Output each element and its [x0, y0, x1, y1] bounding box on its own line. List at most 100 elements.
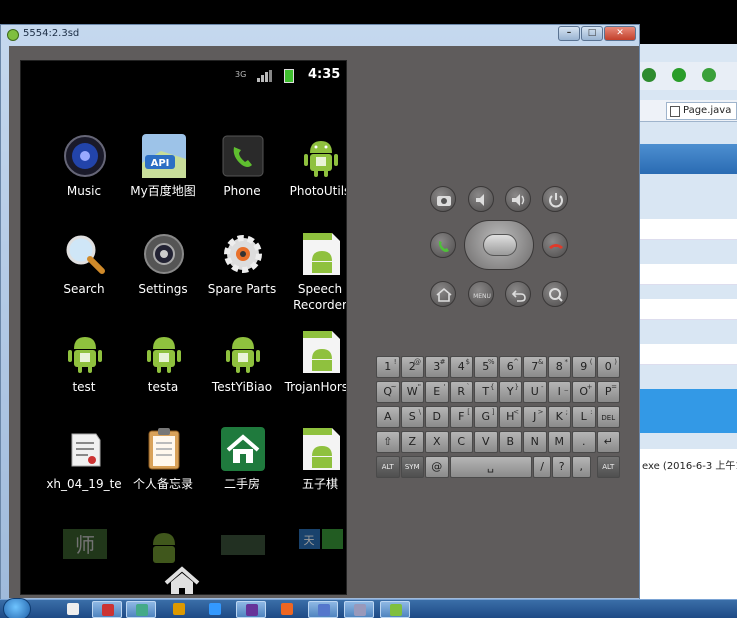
external-tools-icon[interactable] — [702, 68, 716, 82]
app-trojanhorse[interactable]: TrojanHorse — [280, 329, 346, 419]
key[interactable]: 7 & — [523, 356, 547, 378]
maximize-button[interactable]: □ — [581, 26, 603, 41]
volume-up-button[interactable] — [505, 186, 531, 212]
run-icon[interactable] — [672, 68, 686, 82]
key[interactable]: 8 * — [547, 356, 571, 378]
key-space[interactable]: ␣ — [449, 456, 532, 478]
taskbar-item[interactable] — [236, 601, 266, 618]
app-testa[interactable]: testa — [123, 329, 203, 419]
key[interactable]: 3 # — [425, 356, 449, 378]
app-baidu-map[interactable]: API My百度地图 — [123, 133, 203, 223]
search-key-button[interactable] — [542, 281, 568, 307]
taskbar-item[interactable] — [200, 601, 230, 618]
key-at[interactable]: @ — [425, 456, 449, 478]
key[interactable]: J > — [523, 406, 547, 428]
camera-button[interactable] — [430, 186, 456, 212]
device-screen[interactable]: 3G 4:35 Music API My百度地图 Phone PhotoUtil… — [20, 60, 347, 595]
taskbar-item[interactable] — [344, 601, 374, 618]
key[interactable]: D — [425, 406, 449, 428]
key[interactable]: O + — [572, 381, 596, 403]
app-spare-parts[interactable]: Spare Parts — [202, 231, 282, 321]
call-button[interactable] — [430, 232, 456, 258]
minimize-button[interactable]: – — [558, 26, 580, 41]
key[interactable]: 4 $ — [449, 356, 473, 378]
key[interactable]: E ' — [425, 381, 449, 403]
key-alt-right[interactable]: ALT — [596, 456, 620, 478]
key[interactable]: G] — [474, 406, 498, 428]
window-titlebar[interactable]: 5554:2.3sd – □ ✕ — [1, 25, 639, 45]
key[interactable]: I _ — [547, 381, 571, 403]
key[interactable]: 6 ^ — [498, 356, 522, 378]
key[interactable]: L: — [572, 406, 596, 428]
app-memo[interactable]: 个人备忘录 — [123, 426, 203, 516]
app-second-hand-house[interactable]: 二手房 — [202, 426, 282, 516]
app-photoutils[interactable]: PhotoUtils — [280, 133, 346, 223]
start-button[interactable] — [3, 598, 31, 618]
taskbar-item[interactable] — [58, 601, 88, 618]
dpad-center[interactable] — [483, 234, 517, 256]
key[interactable]: ⇧ — [376, 431, 400, 453]
key[interactable]: N — [523, 431, 547, 453]
volume-down-button[interactable] — [468, 186, 494, 212]
taskbar-item[interactable] — [164, 601, 194, 618]
key[interactable]: T{ — [474, 381, 498, 403]
key[interactable]: P = — [596, 381, 620, 403]
app-xh-04-19[interactable]: xh_04_19_te — [44, 426, 124, 516]
key[interactable]: DEL — [596, 406, 620, 428]
ide-selected-row[interactable] — [640, 389, 737, 433]
key[interactable]: . — [572, 431, 596, 453]
power-button[interactable] — [542, 186, 568, 212]
debug-icon[interactable] — [642, 68, 656, 82]
key[interactable]: A — [376, 406, 400, 428]
key[interactable]: X — [425, 431, 449, 453]
key[interactable]: 0) — [596, 356, 620, 378]
key[interactable]: R ` — [449, 381, 473, 403]
key[interactable]: 1! — [376, 356, 400, 378]
app-test[interactable]: test — [44, 329, 124, 419]
key-slash[interactable]: / — [532, 456, 552, 478]
taskbar-item[interactable] — [92, 601, 122, 618]
app-search[interactable]: Search — [44, 231, 124, 321]
key[interactable]: V — [474, 431, 498, 453]
taskbar-item-emulator[interactable] — [380, 601, 410, 618]
close-button[interactable]: ✕ — [604, 26, 636, 41]
taskbar-item[interactable] — [308, 601, 338, 618]
key[interactable]: Q ~ — [376, 381, 400, 403]
menu-button[interactable]: MENU — [468, 281, 494, 307]
app-phone[interactable]: Phone — [202, 133, 282, 223]
key-alt-left[interactable]: ALT — [376, 456, 400, 478]
key[interactable]: W " — [400, 381, 424, 403]
app-speech-recorder[interactable]: Speech Recorder — [280, 231, 346, 321]
tab-page-java[interactable]: Page.java — [666, 102, 737, 120]
key[interactable]: C — [449, 431, 473, 453]
app-testyibiao[interactable]: TestYiBiao — [202, 329, 282, 419]
back-button[interactable] — [505, 281, 531, 307]
app-music[interactable]: Music — [44, 133, 124, 223]
app-gomoku[interactable]: 五子棋 — [280, 426, 346, 516]
taskbar-item[interactable] — [126, 601, 156, 618]
key[interactable]: B — [498, 431, 522, 453]
key-sym[interactable]: SYM — [400, 456, 424, 478]
app-partial[interactable]: 师 — [44, 521, 124, 594]
dpad[interactable] — [464, 220, 534, 270]
home-button[interactable] — [430, 281, 456, 307]
taskbar-item[interactable] — [272, 601, 302, 618]
key[interactable]: H < — [498, 406, 522, 428]
key[interactable]: M — [547, 431, 571, 453]
key[interactable]: Y} — [498, 381, 522, 403]
key[interactable]: 9( — [572, 356, 596, 378]
app-partial[interactable] — [202, 521, 282, 594]
app-partial[interactable]: 天 — [280, 521, 346, 594]
key[interactable]: 2 @ — [400, 356, 424, 378]
end-call-button[interactable] — [542, 232, 568, 258]
key-question[interactable]: ? — [552, 456, 571, 478]
key[interactable]: Z — [400, 431, 424, 453]
key[interactable]: U- — [523, 381, 547, 403]
key[interactable]: 5% — [474, 356, 498, 378]
app-settings[interactable]: Settings — [123, 231, 203, 321]
home-launcher-icon[interactable] — [162, 565, 202, 595]
key[interactable]: K; — [547, 406, 571, 428]
key[interactable]: F[ — [449, 406, 473, 428]
key-comma[interactable]: , — [572, 456, 591, 478]
key[interactable]: ↵ — [596, 431, 620, 453]
